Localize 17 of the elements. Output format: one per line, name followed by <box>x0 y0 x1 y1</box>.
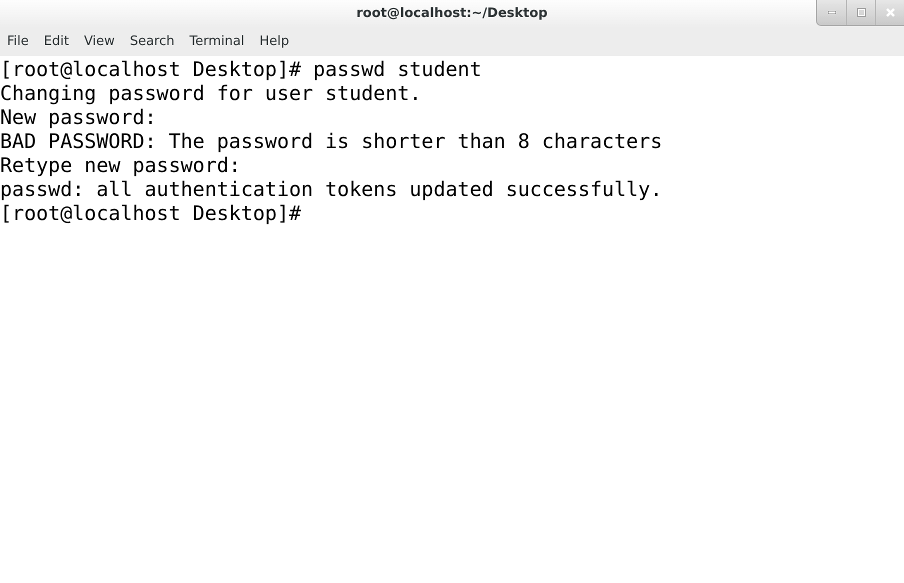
terminal-line: [root@localhost Desktop]# passwd student <box>0 57 483 81</box>
menu-item[interactable]: Edit <box>40 32 73 51</box>
menu-item[interactable]: View <box>80 32 119 51</box>
terminal-line: Retype new password: <box>0 153 242 177</box>
menu-item[interactable]: File <box>3 32 33 51</box>
terminal-line: [root@localhost Desktop]# <box>0 201 302 225</box>
minimize-icon <box>828 11 836 14</box>
terminal-line: New password: <box>0 105 158 129</box>
menu-item[interactable]: Terminal <box>185 32 248 51</box>
terminal-line: BAD PASSWORD: The password is shorter than 8 characters <box>0 129 664 153</box>
maximize-icon <box>856 8 866 17</box>
close-icon <box>886 8 894 17</box>
menu-item[interactable]: Search <box>126 32 178 51</box>
window-title: root@localhost:~/Desktop <box>356 6 548 21</box>
terminal-line: Changing password for user student. <box>0 81 422 105</box>
terminal-line: passwd: all authentication tokens updated successfully. <box>0 177 664 201</box>
menu-item[interactable]: Help <box>255 32 294 51</box>
